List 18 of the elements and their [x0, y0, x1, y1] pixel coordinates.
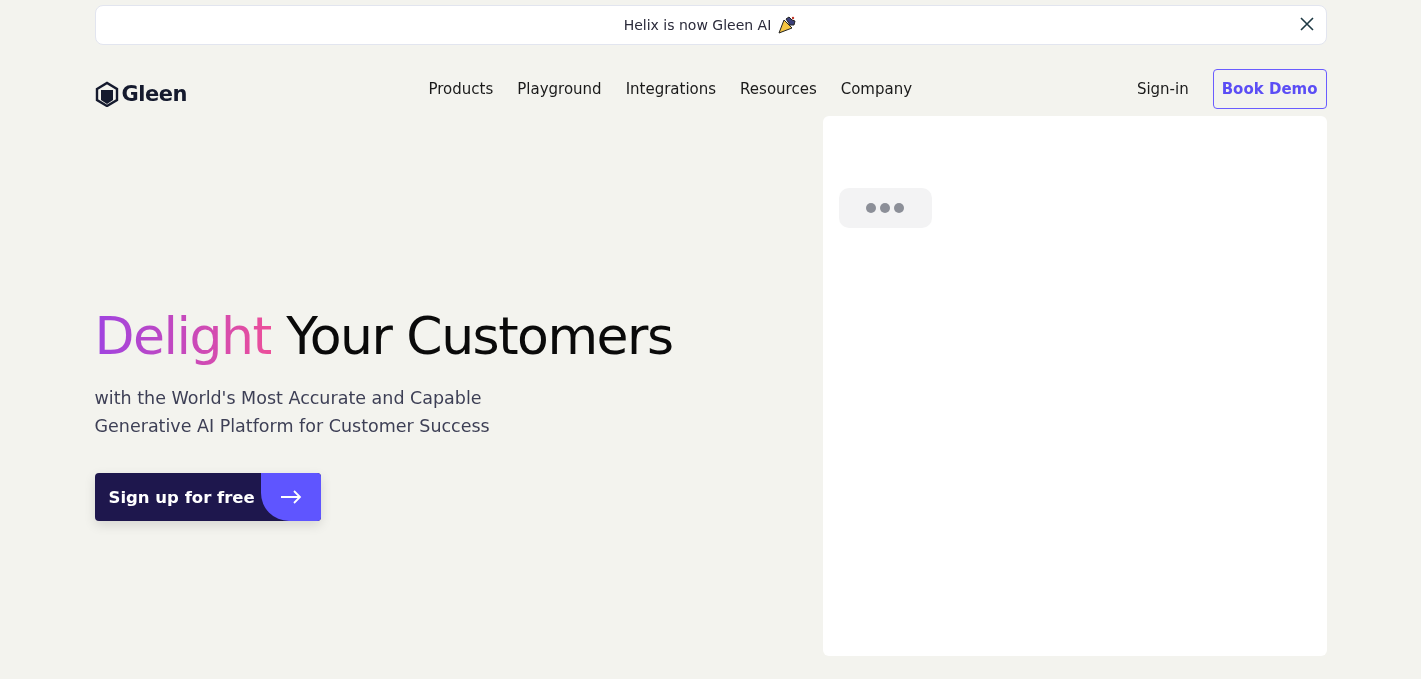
sign-up-button[interactable]: Sign up for free: [94, 473, 321, 521]
typing-indicator-icon: [838, 188, 932, 228]
logo-wordmark[interactable]: Gleen: [121, 82, 187, 106]
nav-link[interactable]: Company: [840, 80, 913, 98]
subtitle-text: with the World's Most Accurate and Capable: [94, 387, 483, 410]
headline-text: Your Customers: [286, 306, 673, 366]
nav-link[interactable]: Products: [428, 80, 494, 98]
nav-link[interactable]: Integrations: [625, 80, 717, 98]
party-popper-icon: [777, 16, 798, 34]
subtitle-text: Generative AI Platform for Customer Success: [94, 415, 491, 438]
arrow-icon: [279, 490, 302, 504]
book-demo-button[interactable]: Book Demo: [1212, 69, 1327, 109]
banner-text: Helix is now Gleen AI: [623, 17, 772, 33]
logo-icon[interactable]: [94, 81, 119, 107]
nav-link[interactable]: Playground: [517, 80, 602, 98]
sign-in-link[interactable]: Sign-in: [1136, 80, 1189, 98]
close-icon[interactable]: [1299, 17, 1314, 31]
nav-link[interactable]: Resources: [740, 80, 817, 98]
